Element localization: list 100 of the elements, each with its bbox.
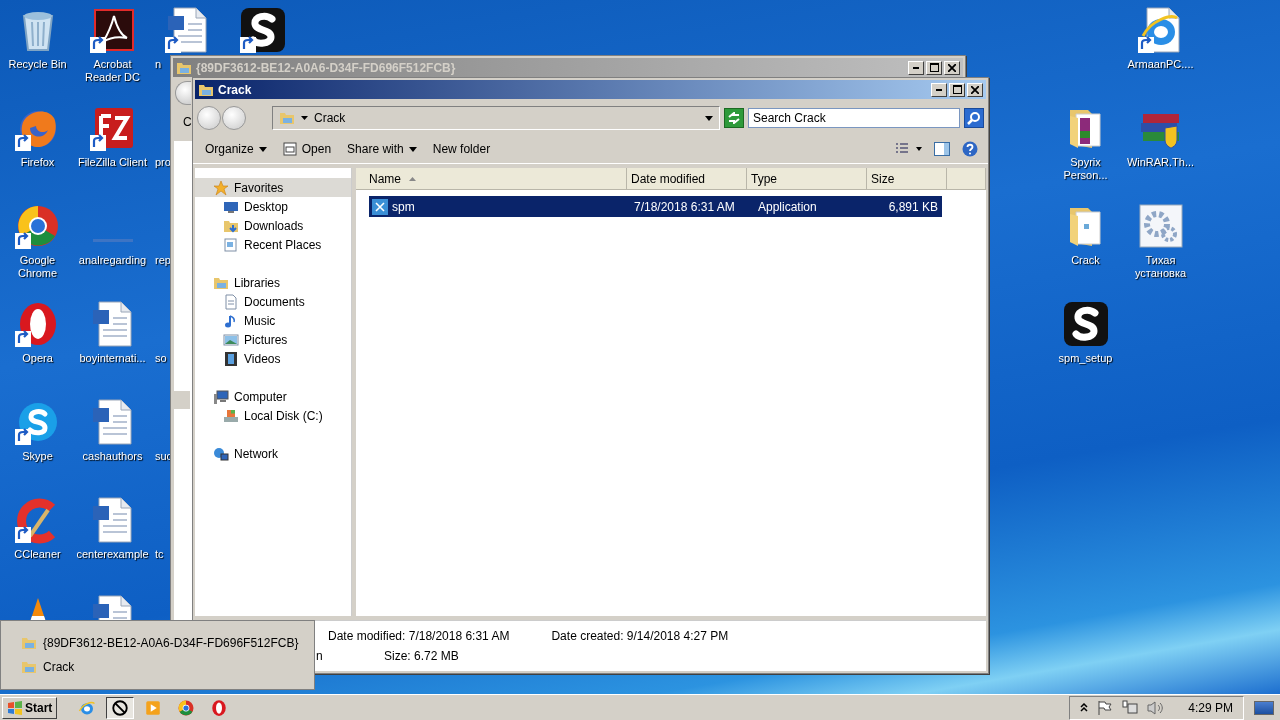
table-cell: spm	[369, 198, 630, 215]
desktop-icon-label: centerexample	[75, 548, 150, 561]
help-icon	[962, 141, 978, 157]
nav-item[interactable]: Recent Places	[195, 235, 351, 254]
desktop-icon-label: Google Chrome	[16, 254, 59, 280]
nav-item[interactable]: Local Disk (C:)	[195, 406, 351, 425]
desktop-icon-label: ArmaanPC....	[1126, 58, 1195, 71]
desktop-icon-label: spm_setup	[1057, 352, 1114, 365]
document-icon	[223, 293, 239, 310]
list-view-icon	[896, 143, 922, 155]
clock[interactable]: 4:29 PM	[1188, 700, 1233, 715]
toolbar-button[interactable]: Open	[276, 140, 338, 158]
show-desktop-button[interactable]	[1254, 700, 1274, 715]
folder-icon	[21, 635, 37, 651]
desktop-icon-label: cashauthors	[81, 450, 144, 463]
nav-item[interactable]: Downloads	[195, 216, 351, 235]
maximize-button[interactable]	[949, 82, 965, 97]
desktop-icon-label: rep	[155, 254, 171, 267]
table-cell-text: 7/18/2018 6:31 AM	[633, 199, 736, 214]
column-header[interactable]: Date modified	[627, 168, 747, 190]
search-button[interactable]	[964, 108, 984, 128]
desktop-icon-label: Acrobat Reader DC	[84, 58, 141, 84]
nav-item[interactable]: Desktop	[195, 197, 351, 216]
address-bar[interactable]: Crack	[272, 106, 720, 130]
gear-icon[interactable]	[1136, 202, 1185, 250]
toolbar-button[interactable]: Organize	[199, 140, 273, 158]
nav-item[interactable]: Documents	[195, 292, 351, 311]
desktop-icon-label: Crack	[1070, 254, 1101, 267]
nav-item[interactable]: Libraries	[195, 273, 351, 292]
desktop-icon-label: Opera	[21, 352, 54, 365]
desktop-icon-label: boyinternati...	[78, 352, 147, 365]
desktop-icon-label: CCleaner	[13, 548, 62, 561]
maximize-icon	[952, 85, 962, 94]
back-button[interactable]	[197, 106, 221, 130]
jump-list-item[interactable]: Crack	[1, 659, 314, 675]
pdf-icon[interactable]	[88, 6, 137, 54]
desktop-icon-label: pro	[155, 156, 171, 169]
caret-icon	[258, 146, 267, 152]
window-title: {89DF3612-BE12-A0A6-D34F-FD696F512FCB}	[196, 60, 457, 75]
detail-text: Size: 6.72 MB	[384, 649, 459, 663]
chevron-up-icon[interactable]	[1080, 702, 1089, 713]
folder-icon	[21, 659, 37, 675]
browser-icon[interactable]	[177, 698, 196, 717]
detail-text: n	[316, 649, 324, 663]
column-header[interactable]: Type	[747, 168, 867, 190]
back-button[interactable]	[175, 81, 191, 105]
s-app-icon[interactable]	[1061, 300, 1110, 348]
pane-icon	[934, 142, 950, 156]
minimize-icon	[936, 88, 942, 91]
forward-button[interactable]	[222, 106, 246, 130]
toolbar-button[interactable]: Share with	[341, 140, 423, 158]
close-button[interactable]	[967, 82, 983, 97]
desktop-icon-label: analregarding	[77, 254, 148, 267]
table-cell-text: 6,891 KB	[887, 199, 938, 214]
taskbar-app-button[interactable]	[106, 696, 135, 719]
folder-icon	[279, 110, 295, 126]
minimize-button[interactable]	[931, 82, 947, 97]
drive-icon	[223, 407, 239, 424]
s-app-icon[interactable]	[238, 6, 287, 54]
refresh-button[interactable]	[724, 108, 744, 128]
detail-text: Date created: 9/14/2018 4:27 PM	[551, 629, 729, 643]
maximize-icon	[929, 63, 939, 72]
recent-places-icon	[223, 236, 239, 253]
nav-item[interactable]: Favorites	[195, 178, 351, 197]
desktop-icon-label: Recycle Bin	[7, 58, 68, 71]
desktop-icon-label: Spyrix Person...	[1062, 156, 1109, 182]
speaker-icon[interactable]	[1147, 699, 1166, 716]
nav-item[interactable]: Network	[195, 444, 351, 463]
file-row[interactable]: spm 7/18/2018 6:31 AM Application 6,891 KB	[369, 196, 942, 217]
network-icon	[213, 445, 229, 462]
column-header[interactable]: Name	[356, 168, 627, 190]
column-header[interactable]: Size	[867, 168, 947, 190]
minimize-icon	[913, 66, 919, 69]
nav-item[interactable]: Music	[195, 311, 351, 330]
desktop-icon-label: tc	[155, 548, 164, 561]
table-cell-text: Application	[757, 199, 818, 214]
search-field[interactable]: Search Crack	[748, 108, 960, 128]
picture-icon	[223, 331, 239, 348]
nav-item[interactable]: Computer	[195, 387, 351, 406]
desktop-icon-label: WinRAR.Th...	[1125, 156, 1196, 169]
desktop-icon-label: Тихая установка	[1133, 254, 1188, 280]
flag-icon[interactable]	[1097, 699, 1114, 716]
sort-arrow-icon	[409, 176, 416, 181]
close-icon	[948, 63, 956, 72]
desktop-icon-label: FileZilla Client	[76, 156, 149, 169]
scroll-thumb[interactable]	[174, 391, 190, 409]
window-title: Crack	[218, 82, 253, 97]
nav-item[interactable]: Videos	[195, 349, 351, 368]
start-button[interactable]: Start	[2, 696, 58, 719]
jump-list-item[interactable]: {89DF3612-BE12-A0A6-D34F-FD696F512FCB}	[1, 635, 314, 651]
search-icon	[967, 111, 981, 125]
no-sign-icon[interactable]	[111, 698, 130, 717]
network-icon[interactable]	[1122, 699, 1139, 716]
desktop-icon-label: n	[155, 58, 162, 71]
detail-text: Date modified: 7/18/2018 6:31 AM	[328, 629, 510, 643]
nav-item[interactable]: Pictures	[195, 330, 351, 349]
ring-app-icon[interactable]	[210, 698, 229, 717]
toolbar-button[interactable]: New folder	[426, 140, 497, 158]
caret-icon	[705, 115, 713, 121]
close-icon	[971, 85, 979, 94]
